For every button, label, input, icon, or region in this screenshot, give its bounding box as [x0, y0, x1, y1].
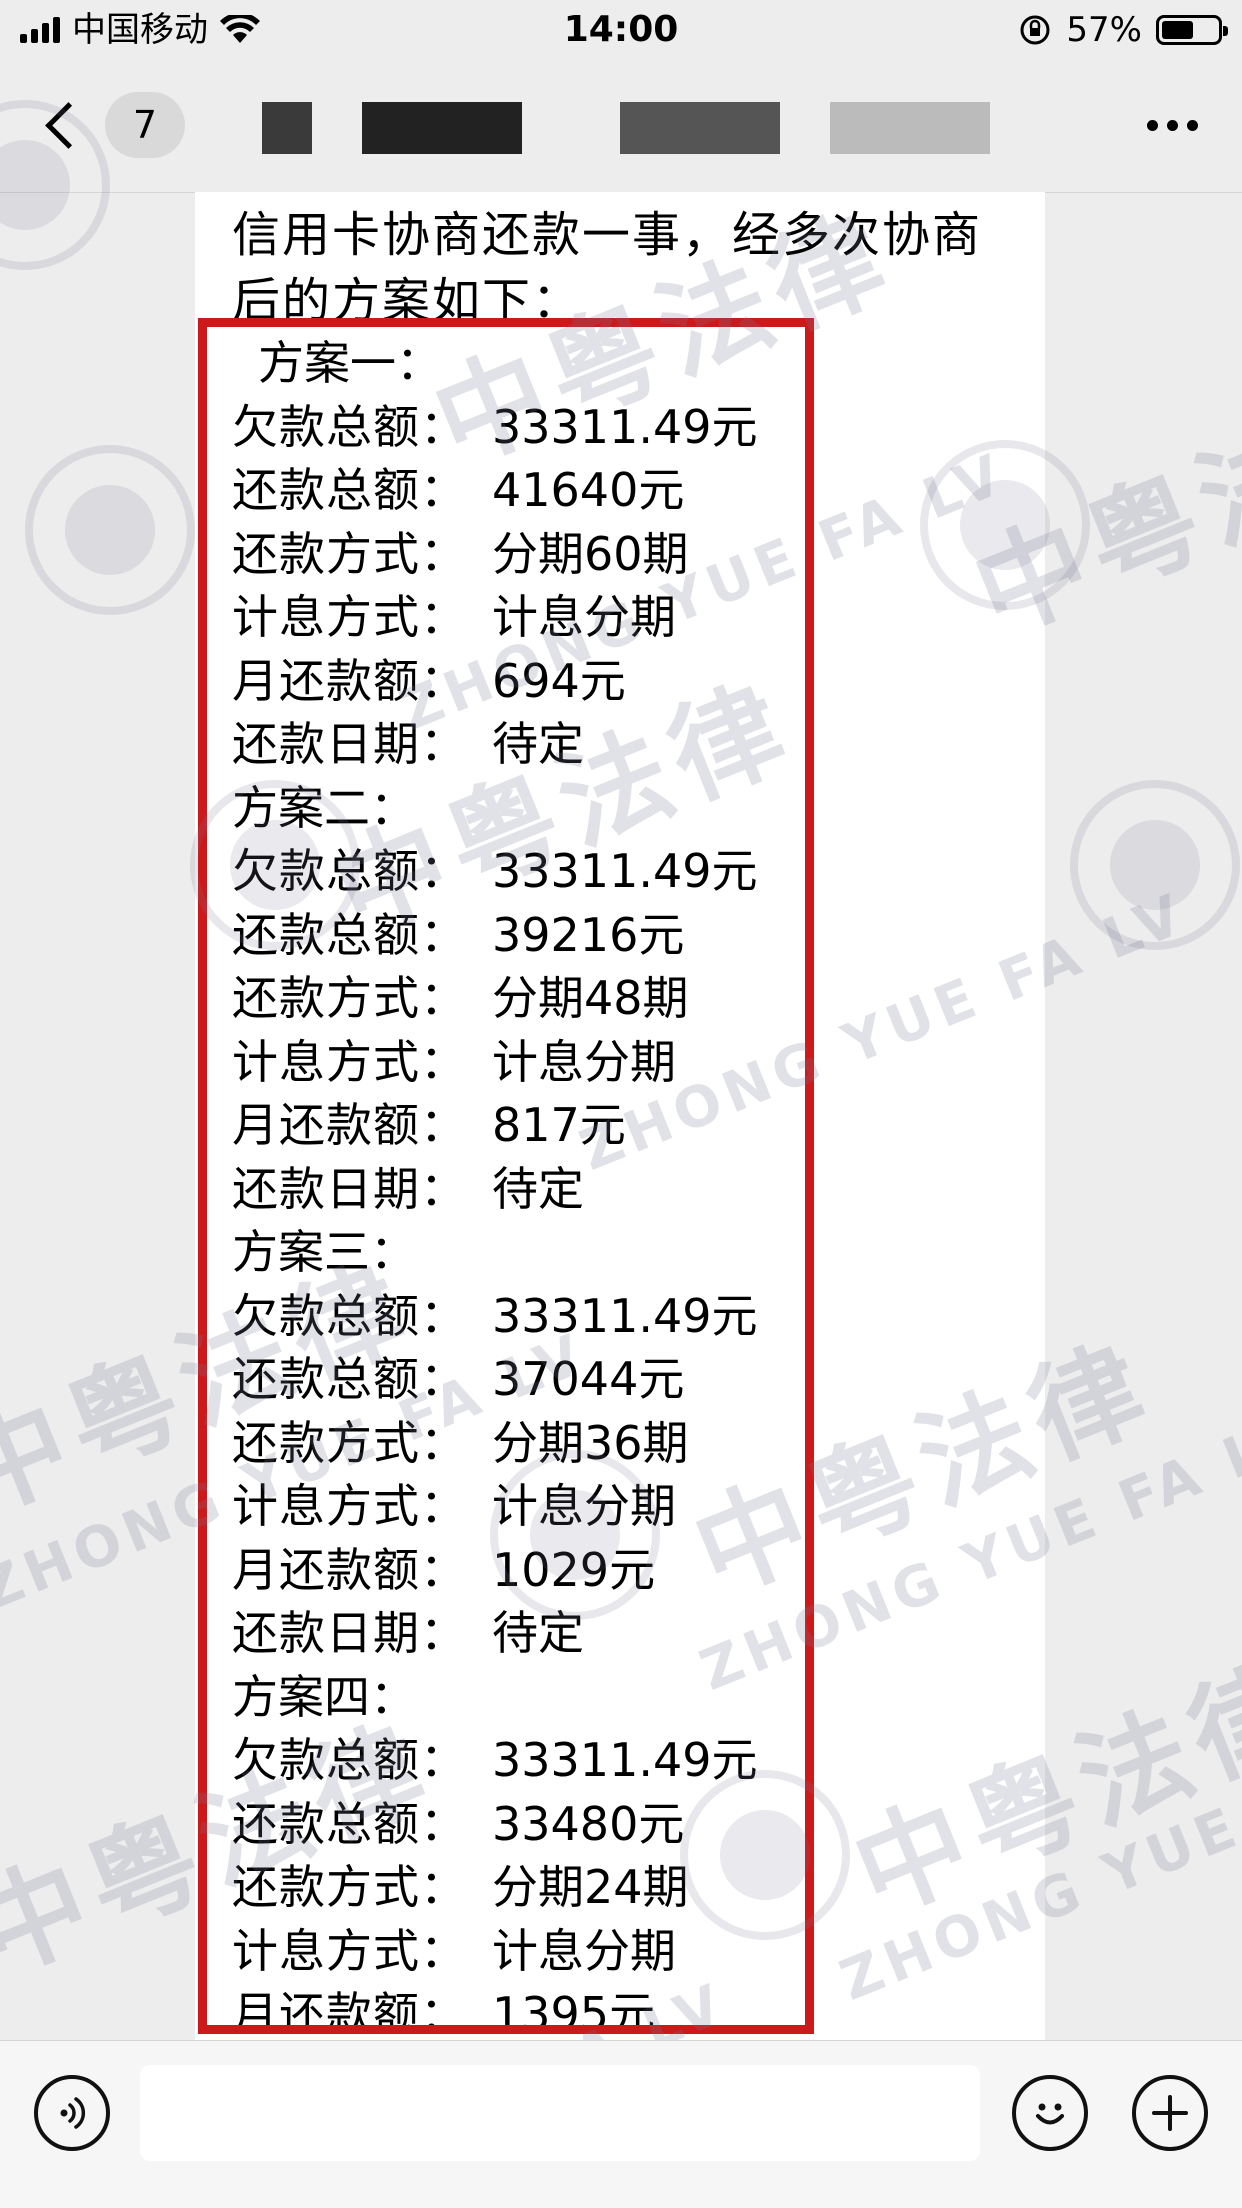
- message-input[interactable]: [140, 2065, 980, 2161]
- chevron-left-icon: [45, 101, 92, 149]
- emoji-icon: [1036, 2103, 1064, 2125]
- unread-count-badge: 7: [105, 92, 185, 158]
- emoji-button[interactable]: [1012, 2075, 1088, 2151]
- status-bar: 中国移动 14:00 57%: [0, 0, 1242, 62]
- status-right: 57%: [1018, 10, 1228, 50]
- plus-button[interactable]: [1132, 2075, 1208, 2151]
- intro-line: 信用卡协商还款一事，经多次协商: [232, 207, 983, 263]
- battery-percent: 57%: [1066, 10, 1142, 50]
- red-highlight-box: [198, 318, 814, 2034]
- back-button[interactable]: 7: [40, 92, 185, 158]
- redacted-title-block: [620, 102, 780, 154]
- redacted-title-block: [830, 102, 990, 154]
- chat-screen: 中国移动 14:00 57% 7 信用卡协商还款一事，经多次协商 后的方案如下：…: [0, 0, 1242, 2208]
- more-dots-icon[interactable]: [1147, 120, 1198, 131]
- rotation-lock-icon: [1020, 15, 1050, 45]
- battery-fill: [1162, 21, 1193, 39]
- input-bar: [0, 2040, 1242, 2208]
- message-intro: 信用卡协商还款一事，经多次协商 后的方案如下：: [232, 202, 982, 334]
- voice-icon: [60, 2097, 86, 2129]
- chat-area[interactable]: 信用卡协商还款一事，经多次协商 后的方案如下： 方案一： 欠款总额： 33311.…: [0, 192, 1242, 2040]
- redacted-title-block: [262, 102, 312, 154]
- nav-bar: 7: [0, 62, 1242, 193]
- voice-button[interactable]: [34, 2075, 110, 2151]
- battery-icon: [1156, 15, 1228, 45]
- plus-icon: [1152, 2095, 1188, 2131]
- redacted-title-block: [362, 102, 522, 154]
